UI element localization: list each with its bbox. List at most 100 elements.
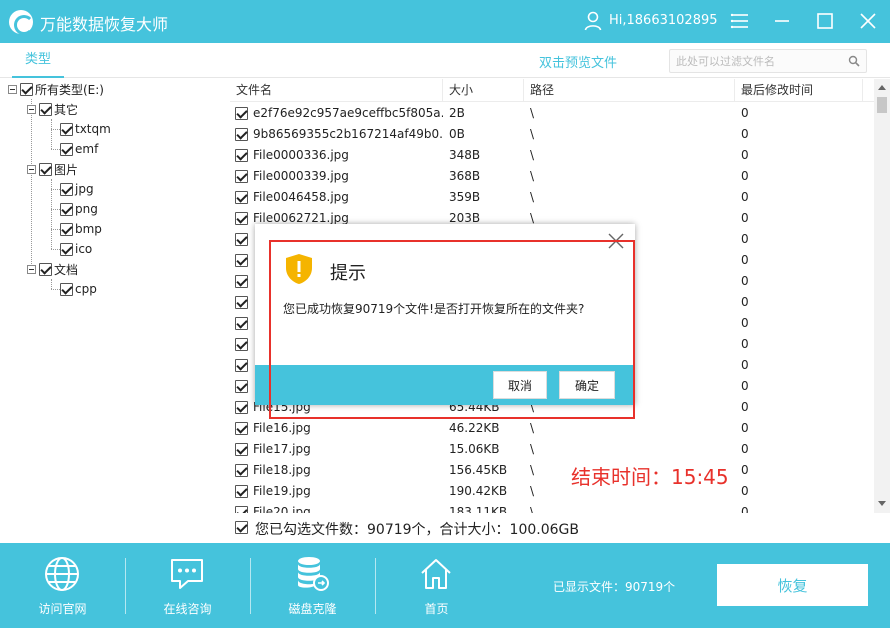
close-icon[interactable] <box>857 10 879 32</box>
row-checkbox[interactable] <box>235 338 248 351</box>
tree-item-png[interactable]: png <box>60 200 98 218</box>
column-header-path[interactable]: 路径 <box>524 79 735 102</box>
checkbox-icon[interactable] <box>60 142 73 156</box>
collapse-icon[interactable] <box>27 104 36 114</box>
file-modified: 0 <box>741 337 749 351</box>
column-header-name[interactable]: 文件名 <box>230 79 443 102</box>
select-all-checkbox[interactable] <box>235 521 248 534</box>
collapse-icon[interactable] <box>27 164 36 174</box>
table-row[interactable]: e2f76e92c957ae9ceffbc5f805a... 2B \ 0 <box>230 103 875 124</box>
checkbox-icon[interactable] <box>60 282 73 296</box>
tree-item-jpg[interactable]: jpg <box>60 180 94 198</box>
checkbox-icon[interactable] <box>60 222 73 236</box>
row-checkbox[interactable] <box>235 170 248 183</box>
maximize-icon[interactable] <box>814 10 836 32</box>
filter-input[interactable] <box>670 50 840 72</box>
file-modified: 0 <box>741 442 749 456</box>
tree-item-label: ico <box>75 242 93 256</box>
tree-item-bmp[interactable]: bmp <box>60 220 102 238</box>
file-modified: 0 <box>741 358 749 372</box>
row-checkbox[interactable] <box>235 464 248 477</box>
column-header-size[interactable]: 大小 <box>443 79 524 102</box>
scroll-down-icon[interactable] <box>878 501 886 506</box>
confirm-button[interactable]: 确定 <box>559 371 615 399</box>
nav-disk-clone[interactable]: 磁盘克隆 <box>250 543 375 628</box>
tree-item-emf[interactable]: emf <box>60 140 98 158</box>
table-row[interactable]: File17.jpg 15.06KB \ 0 <box>230 439 875 460</box>
checkbox-icon[interactable] <box>39 102 52 116</box>
checkbox-icon[interactable] <box>39 262 52 276</box>
row-checkbox[interactable] <box>235 233 248 246</box>
table-row[interactable]: File20.jpg 183.11KB \ 0 <box>230 502 875 513</box>
row-checkbox[interactable] <box>235 317 248 330</box>
tree-item-label: txtqm <box>75 122 111 136</box>
table-row[interactable]: File0000336.jpg 348B \ 0 <box>230 145 875 166</box>
search-icon[interactable] <box>848 55 860 67</box>
file-modified: 0 <box>741 379 749 393</box>
prompt-dialog: 提示 您已成功恢复90719个文件!是否打开恢复所在的文件夹? 取消 确定 <box>255 224 635 405</box>
file-name: 9b86569355c2b167214af49b0... <box>253 127 443 141</box>
tree-item-txtqm[interactable]: txtqm <box>60 120 111 138</box>
file-name: File20.jpg <box>253 505 311 513</box>
tree-group-docs[interactable]: 文档 <box>27 260 78 278</box>
row-checkbox[interactable] <box>235 107 248 120</box>
checkbox-icon[interactable] <box>60 242 73 256</box>
file-modified: 0 <box>741 127 749 141</box>
table-row[interactable]: File18.jpg 156.45KB \ 0 <box>230 460 875 481</box>
table-row[interactable]: 9b86569355c2b167214af49b0... 0B \ 0 <box>230 124 875 145</box>
column-header-modified[interactable]: 最后修改时间 <box>735 79 863 102</box>
recover-button[interactable]: 恢复 <box>717 564 868 606</box>
row-checkbox[interactable] <box>235 296 248 309</box>
scroll-up-icon[interactable] <box>878 85 886 90</box>
selection-summary: 您已勾选文件数：90719个，合计大小：100.06GB <box>230 514 890 542</box>
checkbox-icon[interactable] <box>60 182 73 196</box>
table-row[interactable]: File16.jpg 46.22KB \ 0 <box>230 418 875 439</box>
nav-official-site[interactable]: 访问官网 <box>0 543 125 628</box>
row-checkbox[interactable] <box>235 401 248 414</box>
row-checkbox[interactable] <box>235 149 248 162</box>
tree-group-label: 图片 <box>54 162 79 177</box>
row-checkbox[interactable] <box>235 254 248 267</box>
row-checkbox[interactable] <box>235 212 248 225</box>
table-scrollbar[interactable] <box>874 79 890 513</box>
row-checkbox[interactable] <box>235 191 248 204</box>
row-checkbox[interactable] <box>235 380 248 393</box>
tree-root[interactable]: 所有类型(E:) <box>8 80 104 98</box>
tree-group-other[interactable]: 其它 <box>27 100 78 118</box>
row-checkbox[interactable] <box>235 506 248 513</box>
checkbox-icon[interactable] <box>60 122 73 136</box>
checkbox-icon[interactable] <box>20 82 33 96</box>
row-checkbox[interactable] <box>235 275 248 288</box>
table-row[interactable]: File19.jpg 190.42KB \ 0 <box>230 481 875 502</box>
file-size: 156.45KB <box>449 463 508 477</box>
dialog-close-icon[interactable] <box>607 232 625 250</box>
row-checkbox[interactable] <box>235 359 248 372</box>
home-icon <box>421 559 451 589</box>
cancel-button[interactable]: 取消 <box>493 371 547 399</box>
table-row[interactable]: File0046458.jpg 359B \ 0 <box>230 187 875 208</box>
checkbox-icon[interactable] <box>39 162 52 176</box>
file-name: File0000339.jpg <box>253 169 349 183</box>
scroll-thumb[interactable] <box>877 97 887 113</box>
table-row[interactable]: File0000339.jpg 368B \ 0 <box>230 166 875 187</box>
menu-icon[interactable] <box>729 10 751 32</box>
file-path: \ <box>530 190 535 204</box>
collapse-icon[interactable] <box>27 264 36 274</box>
nav-home[interactable]: 首页 <box>374 543 499 628</box>
user-account[interactable]: Hi,18663102895 <box>609 13 718 28</box>
collapse-icon[interactable] <box>8 84 17 94</box>
file-modified: 0 <box>741 169 749 183</box>
tree-item-cpp[interactable]: cpp <box>60 280 97 298</box>
row-checkbox[interactable] <box>235 443 248 456</box>
minimize-icon[interactable] <box>771 10 793 32</box>
user-icon[interactable] <box>584 11 602 31</box>
tree-item-ico[interactable]: ico <box>60 240 92 258</box>
tree-group-images[interactable]: 图片 <box>27 160 78 178</box>
row-checkbox[interactable] <box>235 485 248 498</box>
file-path: \ <box>530 106 535 120</box>
nav-online-consult[interactable]: 在线咨询 <box>125 543 250 628</box>
row-checkbox[interactable] <box>235 128 248 141</box>
checkbox-icon[interactable] <box>60 202 73 216</box>
row-checkbox[interactable] <box>235 422 248 435</box>
tab-type[interactable]: 类型 <box>12 43 64 78</box>
